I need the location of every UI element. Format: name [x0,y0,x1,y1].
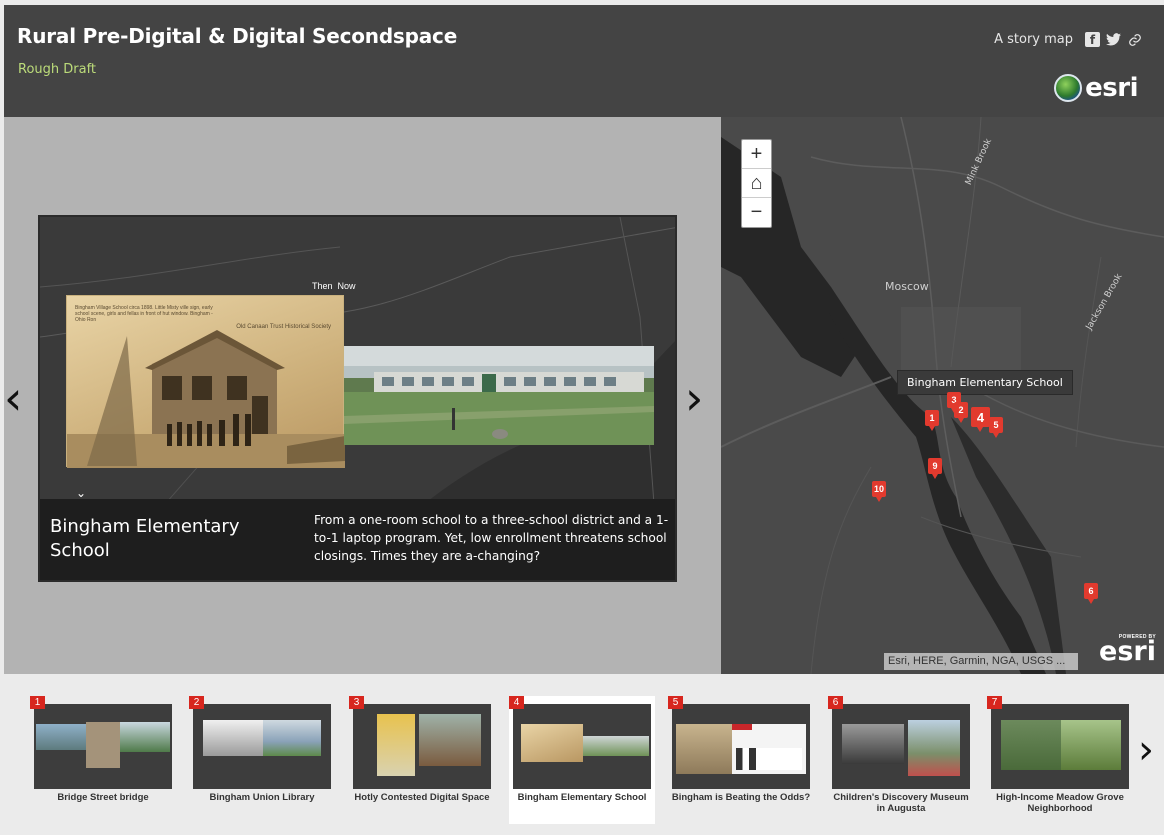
header-share-bar: A story map f [994,32,1142,47]
powered-by-logo: esri [1099,636,1156,667]
esri-logo-text: esri [1085,73,1138,103]
carousel-label: Bingham is Beating the Odds? [671,792,811,803]
chevron-down-icon: ⌄ [75,486,87,500]
carousel-item-7[interactable]: 7 High-Income Meadow Grove Neighborhood [987,696,1133,824]
previous-entry-button[interactable]: ‹ [4,375,22,421]
carousel-number: 1 [30,696,45,709]
media-frame: Then Now Bingham Village School circa 189… [38,215,677,582]
then-now-labels: Then Now [312,281,361,291]
carousel-label: High-Income Meadow Grove Neighborhood [996,792,1124,814]
carousel-item-1[interactable]: 1 Bridge Street bridge [30,696,176,824]
globe-icon [1054,74,1083,102]
link-icon[interactable] [1127,32,1142,47]
map-marker-1[interactable]: 1 [925,410,939,431]
modern-school-photo [344,346,654,445]
zoom-in-button[interactable]: + [742,140,771,169]
carousel-number: 6 [828,696,843,709]
thumbnail-image [672,704,810,789]
carousel-label: Children's Discovery Museum in Augusta [833,792,969,814]
next-entry-button[interactable]: › [685,375,703,421]
schoolhouse-illustration [67,330,345,468]
thumbnail-image [193,704,331,789]
map-panel[interactable]: + ⌂ − Moscow Mink Brook Jackson Brook Bi… [721,117,1164,674]
carousel-label: Bingham Elementary School [517,792,647,803]
entry-description: From a one-room school to a three-school… [314,513,669,563]
thumbnail-image [513,704,651,789]
then-label[interactable]: Then [312,281,333,291]
carousel-item-6[interactable]: 6 Children's Discovery Museum in Augusta [828,696,974,824]
carousel-item-2[interactable]: 2 Bingham Union Library [189,696,335,824]
map-marker-9[interactable]: 9 [928,458,942,479]
map-marker-10[interactable]: 10 [872,481,886,502]
map-marker-5[interactable]: 5 [989,417,1003,438]
historic-school-photo: Bingham Village School circa 1898. Littl… [66,295,345,468]
facebook-icon[interactable]: f [1085,32,1100,47]
map-marker-4[interactable]: 4 [971,407,990,432]
entry-carousel: 1 Bridge Street bridge 2 Bingham Union L… [0,674,1164,835]
carousel-item-3[interactable]: 3 Hotly Contested Digital Space [349,696,495,824]
map-attribution: Esri, HERE, Garmin, NGA, USGS ... [884,653,1078,670]
carousel-number: 3 [349,696,364,709]
carousel-label: Bridge Street bridge [57,792,149,803]
page-title: Rural Pre-Digital & Digital Secondspace [17,24,458,48]
thumbnail-image [353,704,491,789]
now-label[interactable]: Now [338,281,356,291]
carousel-next-button[interactable]: › [1138,730,1154,770]
carousel-item-4[interactable]: 4 Bingham Elementary School [509,696,655,824]
map-marker-6[interactable]: 6 [1084,583,1098,604]
thumbnail-image [34,704,172,789]
carousel-label: Hotly Contested Digital Space [354,792,490,803]
carousel-number: 5 [668,696,683,709]
map-marker-2[interactable]: 2 [954,402,968,423]
media-panel: ‹ Then Now Bingham Village School circa 1… [4,117,721,674]
thumbnail-image [832,704,970,789]
powered-by-esri[interactable]: POWERED BY esri [1099,634,1156,667]
zoom-controls: + ⌂ − [741,139,772,228]
esri-logo[interactable]: esri [1054,73,1138,103]
map-label-moscow: Moscow [885,280,929,293]
home-icon[interactable]: ⌂ [742,169,771,198]
story-map-label: A story map [994,32,1073,47]
map-tooltip: Bingham Elementary School [897,370,1073,395]
carousel-label: Bingham Union Library [209,792,315,803]
twitter-icon[interactable] [1106,32,1121,47]
entry-caption-bar: Bingham Elementary School From a one-roo… [40,499,675,580]
page-subtitle: Rough Draft [18,62,97,77]
app-header: Rural Pre-Digital & Digital Secondspace … [4,5,1164,117]
entry-title: Bingham Elementary School [50,516,240,561]
carousel-number: 4 [509,696,524,709]
zoom-out-button[interactable]: − [742,198,771,227]
thumbnail-image [991,704,1129,789]
carousel-number: 7 [987,696,1002,709]
carousel-number: 2 [189,696,204,709]
carousel-item-5[interactable]: 5 Bingham is Beating the Odds? [668,696,814,824]
